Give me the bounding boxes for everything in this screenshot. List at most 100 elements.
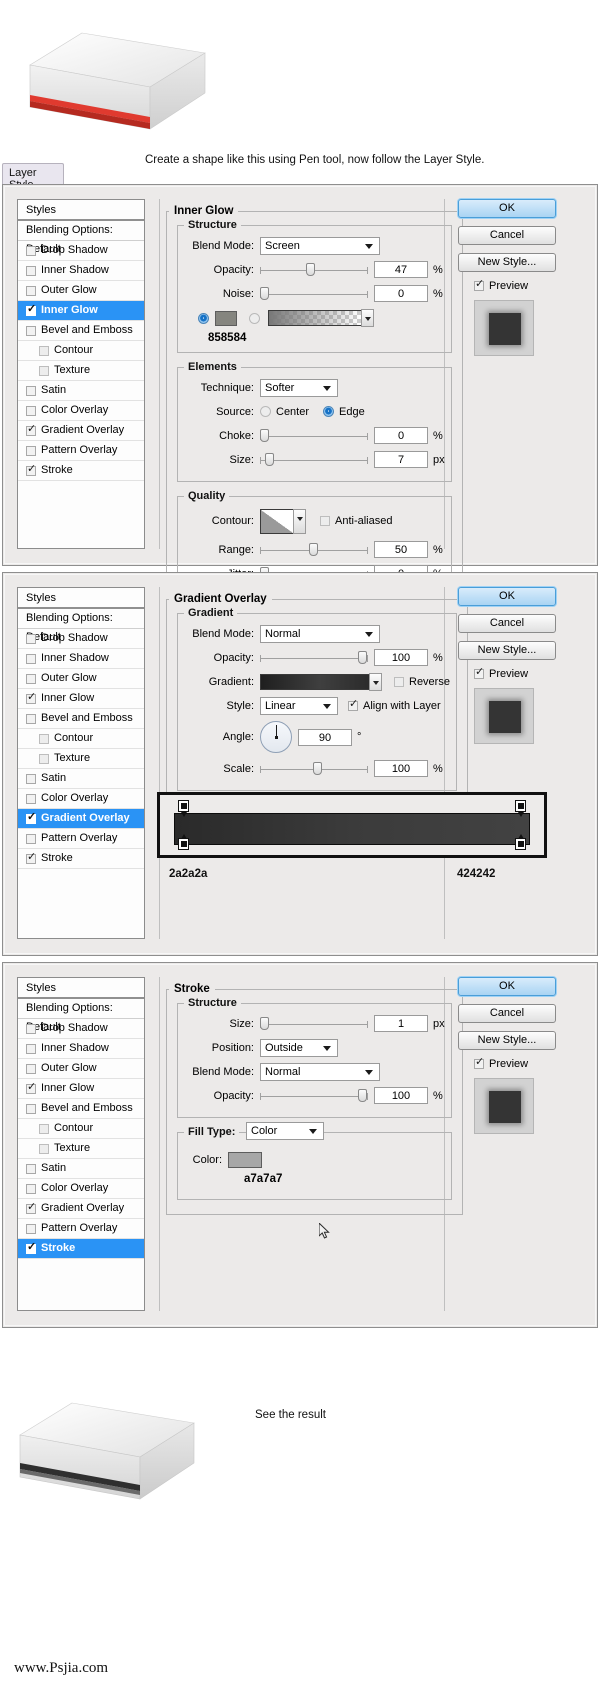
- style-row-satin[interactable]: Satin: [18, 381, 144, 401]
- style-row-gradient-overlay[interactable]: Gradient Overlay: [18, 809, 144, 829]
- checkbox-icon[interactable]: [26, 1063, 36, 1074]
- checkbox-icon[interactable]: [39, 753, 49, 764]
- gradient-picker-button[interactable]: [361, 309, 374, 327]
- blending-options-row[interactable]: Blending Options: Default: [18, 609, 144, 643]
- checkbox-icon[interactable]: [26, 1043, 36, 1054]
- range-input[interactable]: 50: [374, 541, 428, 558]
- checkbox-icon[interactable]: [39, 1143, 49, 1154]
- gradient-editor-bar[interactable]: [174, 813, 530, 845]
- stroke-color-swatch[interactable]: [228, 1151, 262, 1168]
- checkbox-icon[interactable]: [26, 633, 36, 644]
- style-row-bevel-and-emboss[interactable]: Bevel and Emboss: [18, 709, 144, 729]
- style-row-inner-shadow[interactable]: Inner Shadow: [18, 1039, 144, 1059]
- checkbox-icon[interactable]: [26, 833, 36, 844]
- checkbox-icon[interactable]: [26, 1023, 36, 1034]
- angle-dial[interactable]: [260, 721, 292, 753]
- align-with-layer-option[interactable]: Align with Layer: [348, 698, 441, 712]
- styles-header[interactable]: Styles: [18, 588, 144, 609]
- checkbox-icon[interactable]: [26, 1223, 36, 1234]
- style-row-contour[interactable]: Contour: [18, 1119, 144, 1139]
- style-row-pattern-overlay[interactable]: Pattern Overlay: [18, 441, 144, 461]
- style-row-bevel-and-emboss[interactable]: Bevel and Emboss: [18, 321, 144, 341]
- noise-slider[interactable]: [260, 285, 368, 303]
- checkbox-icon[interactable]: [26, 1241, 36, 1254]
- style-row-pattern-overlay[interactable]: Pattern Overlay: [18, 1219, 144, 1239]
- checkbox-icon[interactable]: [26, 303, 36, 316]
- style-row-contour[interactable]: Contour: [18, 341, 144, 361]
- contour-picker-button[interactable]: [293, 508, 306, 534]
- style-row-pattern-overlay[interactable]: Pattern Overlay: [18, 829, 144, 849]
- checkbox-icon[interactable]: [26, 851, 36, 864]
- radio-gradient[interactable]: [249, 312, 260, 324]
- style-row-inner-shadow[interactable]: Inner Shadow: [18, 261, 144, 281]
- source-edge-option[interactable]: Edge: [323, 406, 365, 418]
- checkbox-icon[interactable]: [26, 385, 36, 396]
- size-slider[interactable]: [260, 451, 368, 469]
- choke-input[interactable]: 0: [374, 427, 428, 444]
- checkbox-icon[interactable]: [26, 325, 36, 336]
- blend-mode-select[interactable]: Screen: [260, 236, 380, 255]
- slider-knob[interactable]: [358, 1088, 367, 1102]
- checkbox-icon[interactable]: [26, 1201, 36, 1214]
- style-select[interactable]: Linear: [260, 696, 338, 715]
- size-slider[interactable]: [260, 1015, 368, 1033]
- reverse-option[interactable]: Reverse: [394, 676, 450, 688]
- blending-options-row[interactable]: Blending Options: Default: [18, 221, 144, 255]
- opacity-slider[interactable]: [260, 261, 368, 279]
- slider-knob[interactable]: [260, 286, 269, 300]
- style-row-bevel-and-emboss[interactable]: Bevel and Emboss: [18, 1099, 144, 1119]
- size-input[interactable]: 1: [374, 1015, 428, 1032]
- cancel-button[interactable]: Cancel: [458, 1004, 556, 1023]
- style-row-texture[interactable]: Texture: [18, 749, 144, 769]
- new-style-button[interactable]: New Style...: [458, 253, 556, 272]
- gradient-stop-bottom-right[interactable]: [515, 834, 526, 850]
- cancel-button[interactable]: Cancel: [458, 614, 556, 633]
- style-row-stroke[interactable]: Stroke: [18, 849, 144, 869]
- checkbox-icon[interactable]: [26, 445, 36, 456]
- slider-knob[interactable]: [260, 428, 269, 442]
- angle-input[interactable]: 90: [298, 728, 352, 746]
- checkbox-icon[interactable]: [474, 278, 484, 291]
- checkbox-icon[interactable]: [474, 1056, 484, 1069]
- blend-mode-select[interactable]: Normal: [260, 624, 380, 643]
- checkbox-icon[interactable]: [26, 673, 36, 684]
- radio-solid-color[interactable]: [198, 312, 209, 324]
- checkbox-icon[interactable]: [26, 793, 36, 804]
- style-row-inner-shadow[interactable]: Inner Shadow: [18, 649, 144, 669]
- style-row-satin[interactable]: Satin: [18, 1159, 144, 1179]
- style-row-stroke[interactable]: Stroke: [18, 1239, 144, 1259]
- style-row-gradient-overlay[interactable]: Gradient Overlay: [18, 421, 144, 441]
- style-row-satin[interactable]: Satin: [18, 769, 144, 789]
- ok-button[interactable]: OK: [458, 587, 556, 606]
- slider-knob[interactable]: [260, 1016, 269, 1030]
- contour-preview[interactable]: [260, 508, 294, 534]
- position-select[interactable]: Outside: [260, 1038, 338, 1057]
- styles-header[interactable]: Styles: [18, 200, 144, 221]
- checkbox-icon[interactable]: [26, 285, 36, 296]
- glow-gradient-preview[interactable]: [268, 310, 362, 326]
- radio-edge[interactable]: [323, 406, 335, 417]
- checkbox-icon[interactable]: [26, 245, 36, 256]
- gradient-stop-bottom-left[interactable]: [178, 834, 189, 850]
- anti-aliased-option[interactable]: Anti-aliased: [320, 515, 392, 527]
- slider-knob[interactable]: [358, 650, 367, 664]
- scale-slider[interactable]: [260, 760, 368, 778]
- style-row-outer-glow[interactable]: Outer Glow: [18, 669, 144, 689]
- glow-color-swatch[interactable]: [215, 310, 237, 326]
- choke-slider[interactable]: [260, 427, 368, 445]
- checkbox-icon[interactable]: [39, 345, 49, 356]
- fill-type-select[interactable]: Color: [246, 1121, 324, 1140]
- style-row-color-overlay[interactable]: Color Overlay: [18, 1179, 144, 1199]
- checkbox-icon[interactable]: [26, 773, 36, 784]
- ok-button[interactable]: OK: [458, 199, 556, 218]
- preview-option[interactable]: Preview: [474, 666, 590, 680]
- checkbox-icon[interactable]: [348, 698, 358, 711]
- checkbox-icon[interactable]: [26, 811, 36, 824]
- blend-mode-select[interactable]: Normal: [260, 1062, 380, 1081]
- gradient-stop-top-left[interactable]: [178, 800, 189, 817]
- gradient-picker-button[interactable]: [369, 672, 382, 691]
- style-row-gradient-overlay[interactable]: Gradient Overlay: [18, 1199, 144, 1219]
- style-row-outer-glow[interactable]: Outer Glow: [18, 1059, 144, 1079]
- technique-select[interactable]: Softer: [260, 378, 338, 397]
- checkbox-icon[interactable]: [26, 713, 36, 724]
